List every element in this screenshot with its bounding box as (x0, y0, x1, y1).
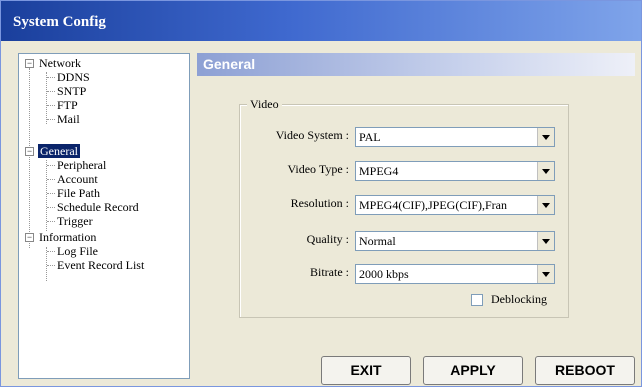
reboot-button[interactable]: REBOOT (535, 356, 635, 385)
video-group-label: Video (247, 97, 282, 112)
quality-label: Quality : (306, 232, 349, 246)
chevron-down-icon[interactable] (537, 128, 554, 146)
tree-item-label: SNTP (57, 84, 87, 98)
tree-item-label: FTP (57, 98, 78, 112)
video-system-select[interactable]: PAL (355, 127, 555, 147)
tree-item-label: General (38, 144, 80, 158)
apply-button[interactable]: APPLY (423, 356, 523, 385)
collapse-icon[interactable]: − (25, 233, 34, 242)
section-title: General (203, 56, 256, 72)
section-header: General (197, 53, 635, 76)
chevron-down-icon[interactable] (537, 232, 554, 250)
video-system-value: PAL (359, 130, 381, 144)
bitrate-label: Bitrate : (310, 265, 349, 279)
tree-item-label: DDNS (57, 70, 90, 84)
bitrate-value: 2000 kbps (359, 267, 409, 281)
quality-select[interactable]: Normal (355, 231, 555, 251)
tree-item-label: Network (39, 56, 81, 70)
tree-item-label: Mail (57, 112, 80, 126)
tree-item-label: Trigger (57, 214, 93, 228)
tree-item-label: Information (39, 230, 97, 244)
chevron-down-icon[interactable] (537, 162, 554, 180)
tree-item-label: File Path (57, 186, 101, 200)
bitrate-select[interactable]: 2000 kbps (355, 264, 555, 284)
chevron-down-icon[interactable] (537, 196, 554, 214)
collapse-icon[interactable]: − (25, 147, 34, 156)
title-bar: System Config (1, 1, 641, 41)
tree-item-label: Log File (57, 244, 98, 258)
resolution-value: MPEG4(CIF),JPEG(CIF),Fran (359, 198, 508, 212)
exit-button[interactable]: EXIT (321, 356, 411, 385)
config-tree[interactable]: − Network DDNS SNTP FTP Mail − General P… (18, 53, 190, 379)
tree-item-label: Peripheral (57, 158, 107, 172)
resolution-label: Resolution : (290, 196, 349, 210)
collapse-icon[interactable]: − (25, 59, 34, 68)
window-title: System Config (13, 14, 106, 30)
chevron-down-icon[interactable] (537, 265, 554, 283)
video-system-label: Video System : (275, 128, 349, 142)
tree-item-label: Event Record List (57, 258, 145, 272)
quality-value: Normal (359, 234, 396, 248)
tree-item-label: Account (57, 172, 98, 186)
resolution-select[interactable]: MPEG4(CIF),JPEG(CIF),Fran (355, 195, 555, 215)
video-type-value: MPEG4 (359, 164, 399, 178)
deblocking-checkbox[interactable] (471, 294, 483, 306)
system-config-window: System Config − Network DDNS SNTP FTP Ma… (0, 0, 642, 387)
video-type-label: Video Type : (287, 162, 349, 176)
video-type-select[interactable]: MPEG4 (355, 161, 555, 181)
tree-item-label: Schedule Record (57, 200, 139, 214)
deblocking-label: Deblocking (491, 292, 547, 306)
